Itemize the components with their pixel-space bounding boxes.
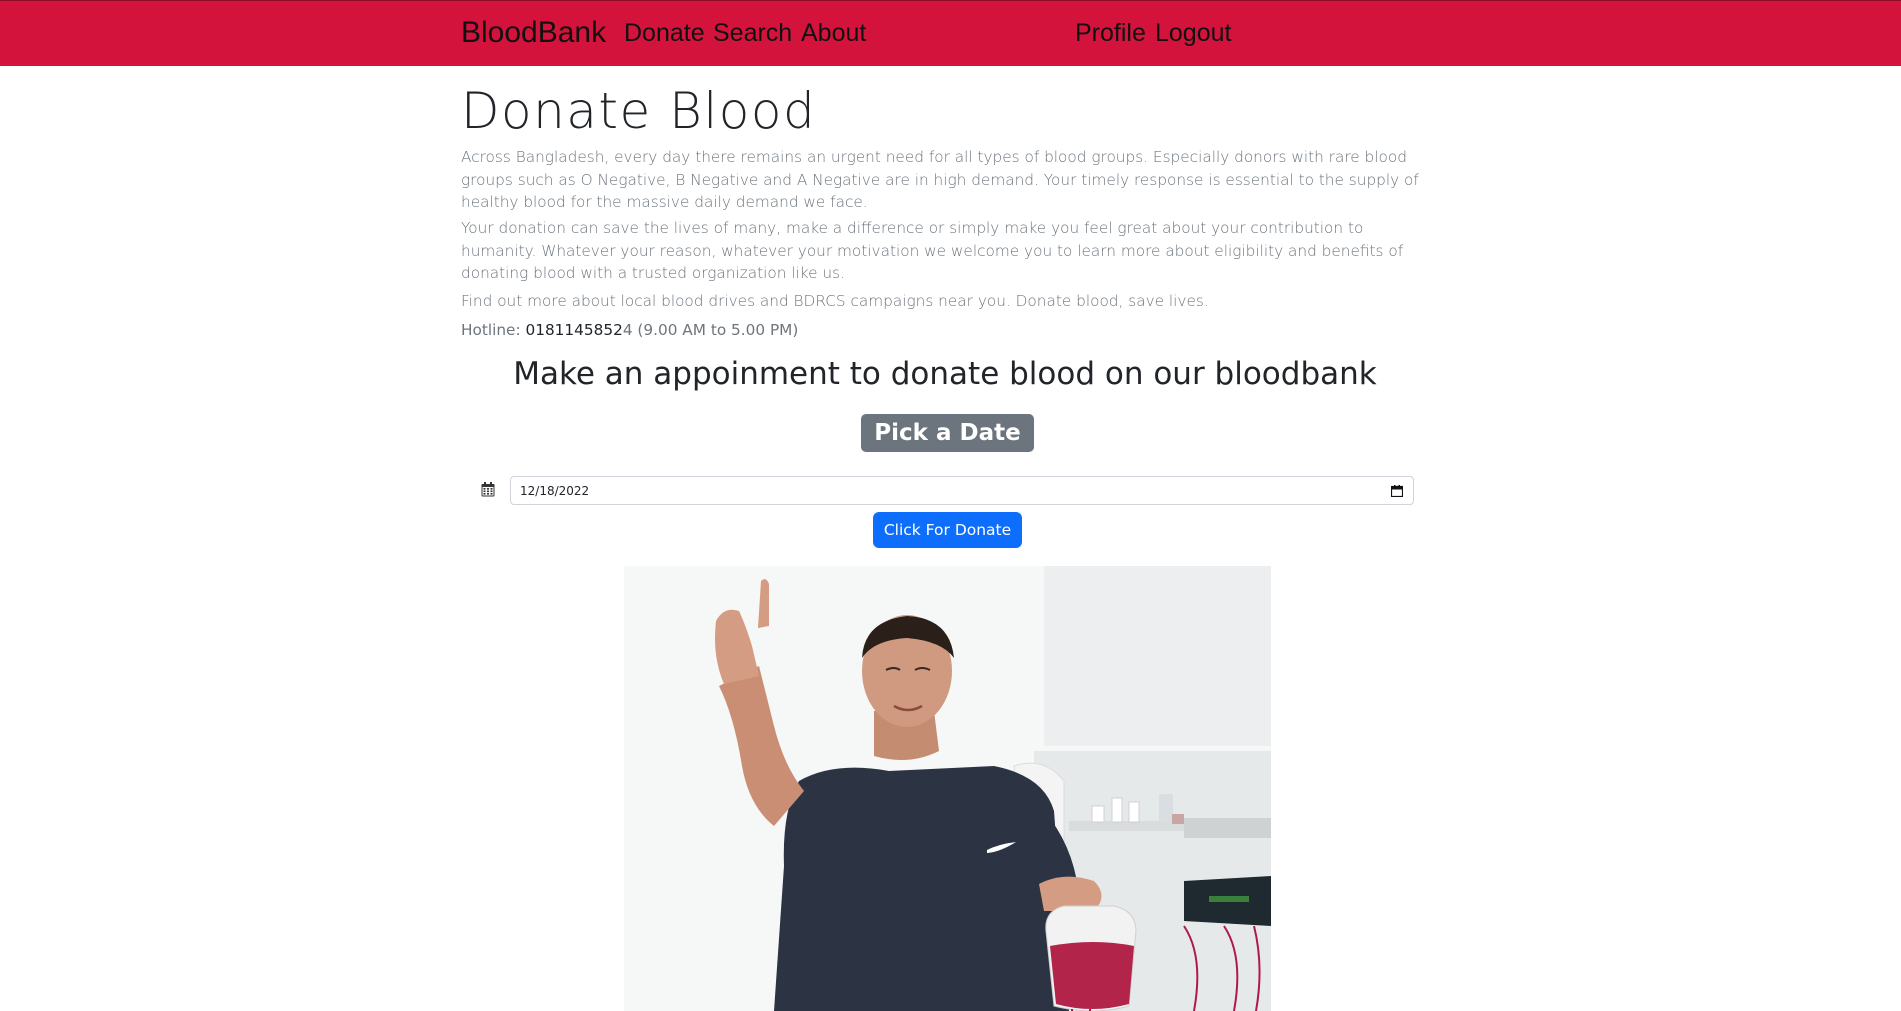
nav-link-about[interactable]: About <box>801 19 866 48</box>
hotline-number: 0181145852 <box>525 321 623 339</box>
intro-paragraph-1: Across Bangladesh, every day there remai… <box>461 148 1419 212</box>
nav-link-profile[interactable]: Profile <box>1075 19 1146 48</box>
pick-date-badge: Pick a Date <box>861 414 1034 452</box>
intro-paragraph-2: Your donation can save the lives of many… <box>461 219 1404 283</box>
date-input-value: 12/18/2022 <box>520 484 590 498</box>
nav-link-donate[interactable]: Donate <box>624 19 705 48</box>
intro-paragraph-3: Find out more about local blood drives a… <box>461 292 1209 310</box>
date-picker-icon[interactable] <box>1390 485 1404 498</box>
navbar: BloodBank Donate Search About Profile Lo… <box>0 0 1901 66</box>
hotline-label: Hotline: <box>461 321 526 339</box>
hero-image <box>624 566 1271 1011</box>
nav-link-logout[interactable]: Logout <box>1155 19 1231 48</box>
hotline-hours: 4 (9.00 AM to 5.00 PM) <box>622 321 799 339</box>
appointment-heading: Make an appoinment to donate blood on ou… <box>513 356 1377 392</box>
hotline-text: Hotline: 01811458524 (9.00 AM to 5.00 PM… <box>461 319 798 342</box>
click-for-donate-button[interactable]: Click For Donate <box>873 512 1022 548</box>
brand-link[interactable]: BloodBank <box>461 16 606 50</box>
page-title: Donate Blood <box>461 82 817 140</box>
date-input[interactable]: 12/18/2022 <box>510 476 1414 505</box>
calendar-icon <box>481 482 495 497</box>
nav-link-search[interactable]: Search <box>713 19 792 48</box>
